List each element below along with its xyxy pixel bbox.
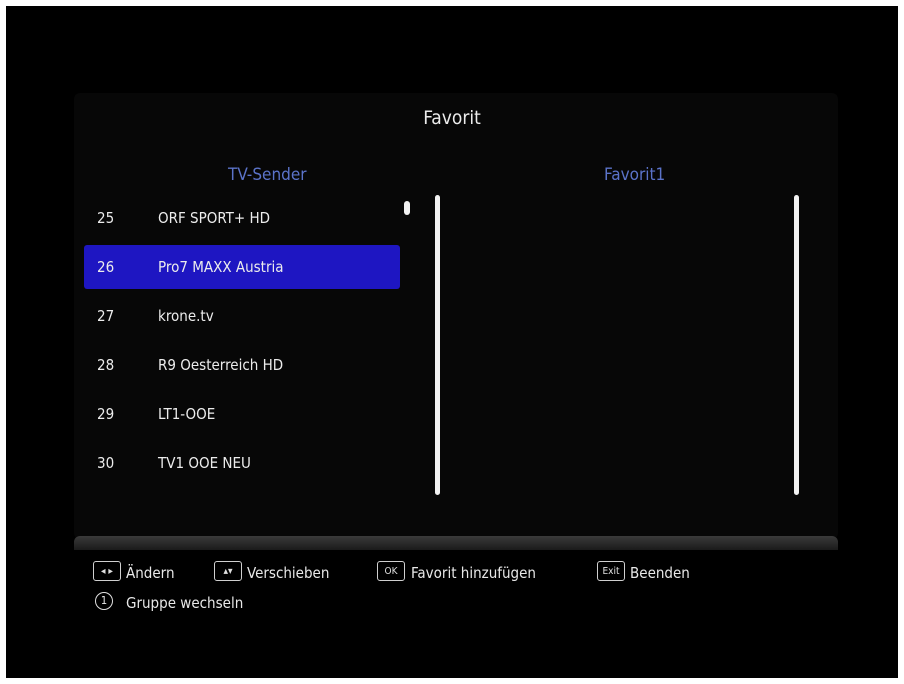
- exit-hint: Beenden: [630, 564, 690, 582]
- favorite-list-header: Favorit1: [604, 165, 666, 185]
- channel-row[interactable]: 25 ORF SPORT+ HD: [84, 196, 400, 240]
- add-favorite-hint: Favorit hinzufügen: [411, 564, 536, 582]
- channel-name: krone.tv: [158, 307, 214, 325]
- channel-name: ORF SPORT+ HD: [158, 209, 271, 227]
- channel-number: 28: [97, 356, 115, 374]
- channel-row[interactable]: 28 R9 Oesterreich HD: [84, 343, 400, 387]
- channel-number: 25: [97, 209, 115, 227]
- change-group-hint: Gruppe wechseln: [126, 594, 244, 612]
- channel-row[interactable]: 30 TV1 OOE NEU: [84, 441, 400, 485]
- left-right-key-icon: ◂ ▸: [93, 561, 121, 581]
- channel-number: 27: [97, 307, 115, 325]
- channel-row-selected[interactable]: 26 Pro7 MAXX Austria: [84, 245, 400, 289]
- change-hint: Ändern: [126, 564, 175, 582]
- channel-list-scroll-thumb[interactable]: [404, 201, 410, 215]
- channel-row[interactable]: 27 krone.tv: [84, 294, 400, 338]
- ok-key-icon: OK: [377, 561, 405, 581]
- number-one-key-icon: 1: [95, 592, 113, 610]
- up-down-key-icon: ▴▾: [214, 561, 242, 581]
- favorite-list-left-border: [435, 195, 440, 495]
- exit-key-icon: Exit: [597, 561, 625, 581]
- channel-name: Pro7 MAXX Austria: [158, 258, 284, 276]
- channel-row[interactable]: 29 LT1-OOE: [84, 392, 400, 436]
- channel-number: 30: [97, 454, 115, 472]
- favorite-list-scrollbar[interactable]: [794, 195, 799, 495]
- move-hint: Verschieben: [247, 564, 330, 582]
- channel-number: 29: [97, 405, 115, 423]
- dialog-title: Favorit: [423, 107, 481, 129]
- channel-number: 26: [97, 258, 115, 276]
- channel-name: LT1-OOE: [158, 405, 216, 423]
- channel-name: R9 Oesterreich HD: [158, 356, 284, 374]
- footer-divider: [74, 536, 838, 550]
- channel-list-header: TV-Sender: [228, 165, 307, 185]
- channel-name: TV1 OOE NEU: [158, 454, 251, 472]
